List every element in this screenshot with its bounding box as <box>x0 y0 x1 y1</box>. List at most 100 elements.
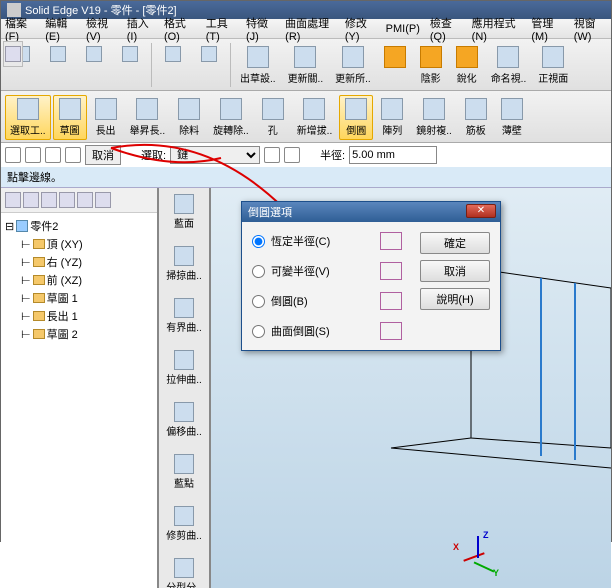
menu-item[interactable]: 編輯(E) <box>45 15 76 43</box>
feature-button[interactable]: 除料 <box>172 95 206 140</box>
context-bar: 取消 選取: 鏈 半徑: <box>1 143 611 167</box>
surface-cmd[interactable]: 掃掠曲.. <box>159 244 209 284</box>
accept-icon[interactable] <box>284 147 300 163</box>
tree-item[interactable]: 前 (XZ) <box>47 272 82 288</box>
save-icon[interactable] <box>77 43 111 67</box>
menu-item[interactable]: 視窗(W) <box>574 15 607 43</box>
menu-item[interactable]: 曲面處理(R) <box>285 15 335 43</box>
ribbon-button[interactable]: 銳化 <box>450 43 484 88</box>
undo-icon[interactable] <box>156 43 190 67</box>
feature-button[interactable]: 長出 <box>89 95 123 140</box>
redo-icon[interactable] <box>192 43 226 67</box>
feature-button[interactable]: 筋板 <box>459 95 493 140</box>
menu-item[interactable]: 格式(O) <box>164 15 196 43</box>
menu-bar: 檔案(F)編輯(E)檢視(V)插入(I)格式(O)工具(T)特徵(J)曲面處理(… <box>1 19 611 39</box>
feature-button[interactable]: 新增拔.. <box>292 95 338 140</box>
round-preview-icon <box>380 232 402 250</box>
round-option[interactable]: 可變半徑(V) <box>252 262 402 280</box>
round-preview-icon <box>380 292 402 310</box>
round-option-radio[interactable] <box>252 295 265 308</box>
radius-input[interactable] <box>349 146 437 164</box>
menu-item[interactable]: 特徵(J) <box>246 15 275 43</box>
tree-item[interactable]: 草圖 2 <box>47 326 78 342</box>
ribbon-button[interactable]: 更新所.. <box>330 43 376 88</box>
select-label: 選取: <box>141 147 166 163</box>
round-option-label: 可變半徑(V) <box>271 263 330 279</box>
tree-item[interactable]: 長出 1 <box>47 308 78 324</box>
step-4-icon[interactable] <box>65 147 81 163</box>
surface-cmd[interactable]: 分型分.. <box>159 556 209 588</box>
step-1-icon[interactable] <box>5 147 21 163</box>
round-preview-icon <box>380 262 402 280</box>
ribbon-button[interactable] <box>378 43 412 73</box>
menu-item[interactable]: 工具(T) <box>206 15 236 43</box>
tree-item[interactable]: 右 (YZ) <box>47 254 82 270</box>
step-2-icon[interactable] <box>25 147 41 163</box>
ribbon-button[interactable]: 出草設.. <box>235 43 281 88</box>
round-option-label: 倒圓(B) <box>271 293 308 309</box>
round-option[interactable]: 倒圓(B) <box>252 292 402 310</box>
help-button[interactable]: 說明(H) <box>420 288 490 310</box>
view-triad: X Z Y <box>453 528 503 578</box>
cancel-dialog-button[interactable]: 取消 <box>420 260 490 282</box>
round-preview-icon <box>380 322 402 340</box>
radius-label: 半徑: <box>320 147 345 163</box>
feature-button[interactable]: 草圖 <box>53 95 87 140</box>
round-option[interactable]: 曲面倒圓(S) <box>252 322 402 340</box>
round-options-dialog: 倒圓選項 ✕ 恆定半徑(C)可變半徑(V)倒圓(B)曲面倒圓(S) 確定 取消 … <box>241 201 501 351</box>
menu-item[interactable]: 修改(Y) <box>345 15 376 43</box>
print-icon[interactable] <box>113 43 147 67</box>
ribbon-button[interactable]: 命名視.. <box>486 43 532 88</box>
round-option[interactable]: 恆定半徑(C) <box>252 232 402 250</box>
left-side-toolbar <box>3 41 23 67</box>
feature-button[interactable]: 倒圓 <box>339 95 373 140</box>
feature-button[interactable]: 旋轉除.. <box>208 95 254 140</box>
menu-item[interactable]: 檢查(Q) <box>430 15 462 43</box>
menu-item[interactable]: 應用程式(N) <box>472 15 522 43</box>
feature-button[interactable]: 選取工.. <box>5 95 51 140</box>
feature-button[interactable]: 孔 <box>256 95 290 140</box>
surface-cmd[interactable]: 偏移曲.. <box>159 400 209 440</box>
tree-expand-icon[interactable] <box>59 192 75 208</box>
round-option-radio[interactable] <box>252 235 265 248</box>
feature-button[interactable]: 鏡射複.. <box>411 95 457 140</box>
menu-item[interactable]: 檢視(V) <box>86 15 117 43</box>
surfacing-toolbar: 藍面掃掠曲..有界曲..拉伸曲..偏移曲..藍點修剪曲..分型分..縫合曲..替… <box>159 188 211 588</box>
menu-item[interactable]: PMI(P) <box>386 23 420 35</box>
tree-item[interactable]: 草圖 1 <box>47 290 78 306</box>
tree-refresh-icon[interactable] <box>95 192 111 208</box>
dialog-title: 倒圓選項 <box>248 204 292 220</box>
tree-sort-icon[interactable] <box>41 192 57 208</box>
edgebar-icon[interactable] <box>5 46 21 62</box>
menu-item[interactable]: 檔案(F) <box>5 15 35 43</box>
prompt-bar: 點擊邊線。 <box>1 167 611 188</box>
step-3-icon[interactable] <box>45 147 61 163</box>
ok-button[interactable]: 確定 <box>420 232 490 254</box>
menu-item[interactable]: 管理(M) <box>531 15 563 43</box>
ribbon-button[interactable]: 陰影 <box>414 43 448 88</box>
round-option-radio[interactable] <box>252 265 265 278</box>
select-mode[interactable]: 鏈 <box>170 146 260 164</box>
tree-filter-icon[interactable] <box>23 192 39 208</box>
feature-button[interactable]: 舉昇長.. <box>125 95 171 140</box>
surface-cmd[interactable]: 有界曲.. <box>159 296 209 336</box>
round-option-radio[interactable] <box>252 325 265 338</box>
tree-root[interactable]: 零件2 <box>30 218 58 234</box>
tree-item[interactable]: 頂 (XY) <box>47 236 83 252</box>
surface-cmd[interactable]: 藍面 <box>159 192 209 232</box>
feature-button[interactable]: 薄壁 <box>495 95 529 140</box>
surface-cmd[interactable]: 修剪曲.. <box>159 504 209 544</box>
round-option-label: 恆定半徑(C) <box>271 233 330 249</box>
ribbon-button[interactable]: 正視面 <box>533 43 573 88</box>
cancel-button[interactable]: 取消 <box>85 145 121 165</box>
open-icon[interactable] <box>41 43 75 67</box>
feature-button[interactable]: 陣列 <box>375 95 409 140</box>
ribbon-button[interactable]: 更新關.. <box>283 43 329 88</box>
tree-view-icon[interactable] <box>5 192 21 208</box>
surface-cmd[interactable]: 藍點 <box>159 452 209 492</box>
dialog-close-button[interactable]: ✕ <box>466 204 496 218</box>
tree-collapse-icon[interactable] <box>77 192 93 208</box>
deselect-icon[interactable] <box>264 147 280 163</box>
menu-item[interactable]: 插入(I) <box>127 15 154 43</box>
surface-cmd[interactable]: 拉伸曲.. <box>159 348 209 388</box>
